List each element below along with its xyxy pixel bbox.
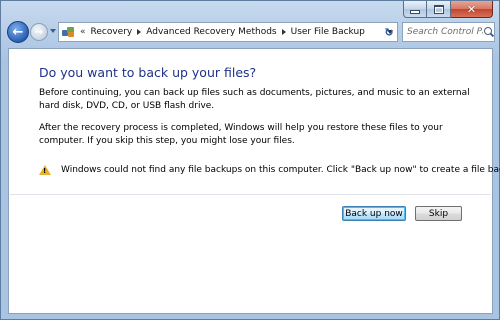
maximize-icon xyxy=(433,4,444,14)
back-up-now-button[interactable]: Back up now xyxy=(342,206,406,221)
search-icon[interactable] xyxy=(484,27,495,38)
breadcrumb-separator-icon[interactable] xyxy=(281,29,286,35)
divider xyxy=(10,194,491,195)
breadcrumb-advanced-recovery-methods[interactable]: Advanced Recovery Methods xyxy=(146,27,276,37)
breadcrumb-recovery[interactable]: Recovery xyxy=(91,27,133,37)
breadcrumb-user-file-backup[interactable]: User File Backup xyxy=(291,27,365,37)
caption-buttons: ✕ xyxy=(403,1,493,19)
warning-text: Windows could not find any file backups … xyxy=(61,165,500,175)
breadcrumb-overflow-button[interactable]: « xyxy=(80,27,86,37)
navigation-bar: ← → « Recovery Advanced Recovery Methods… xyxy=(7,21,495,45)
control-panel-icon xyxy=(62,26,76,38)
control-panel-window: ✕ ← → « Recovery Advanced Recovery Metho… xyxy=(0,0,500,320)
search-input[interactable] xyxy=(407,27,483,37)
close-button[interactable]: ✕ xyxy=(451,1,493,18)
page-title: Do you want to back up your files? xyxy=(39,65,257,80)
maximize-button[interactable] xyxy=(427,1,451,18)
refresh-button[interactable]: ↻ xyxy=(380,22,398,42)
forward-arrow-icon: → xyxy=(34,26,44,38)
warning-exclamation: ! xyxy=(43,167,47,175)
close-icon: ✕ xyxy=(466,2,477,16)
minimize-icon xyxy=(410,10,420,14)
warning-message: ! Windows could not find any file backup… xyxy=(39,165,500,175)
intro-paragraph: Before continuing, you can back up files… xyxy=(39,88,470,111)
forward-button[interactable]: → xyxy=(30,23,48,41)
warning-icon: ! xyxy=(39,165,51,175)
minimize-button[interactable] xyxy=(403,1,427,18)
address-bar[interactable]: « Recovery Advanced Recovery Methods Use… xyxy=(58,22,398,42)
restore-info-paragraph: After the recovery process is completed,… xyxy=(39,123,443,146)
content-pane: Do you want to back up your files? Befor… xyxy=(8,48,500,314)
back-arrow-icon: ← xyxy=(12,24,24,40)
breadcrumb-separator-icon[interactable] xyxy=(137,29,142,35)
recent-pages-dropdown-icon[interactable] xyxy=(50,29,56,33)
skip-button[interactable]: Skip xyxy=(415,206,462,221)
back-button[interactable]: ← xyxy=(7,21,29,43)
search-box[interactable] xyxy=(402,22,495,42)
refresh-icon: ↻ xyxy=(384,25,394,39)
